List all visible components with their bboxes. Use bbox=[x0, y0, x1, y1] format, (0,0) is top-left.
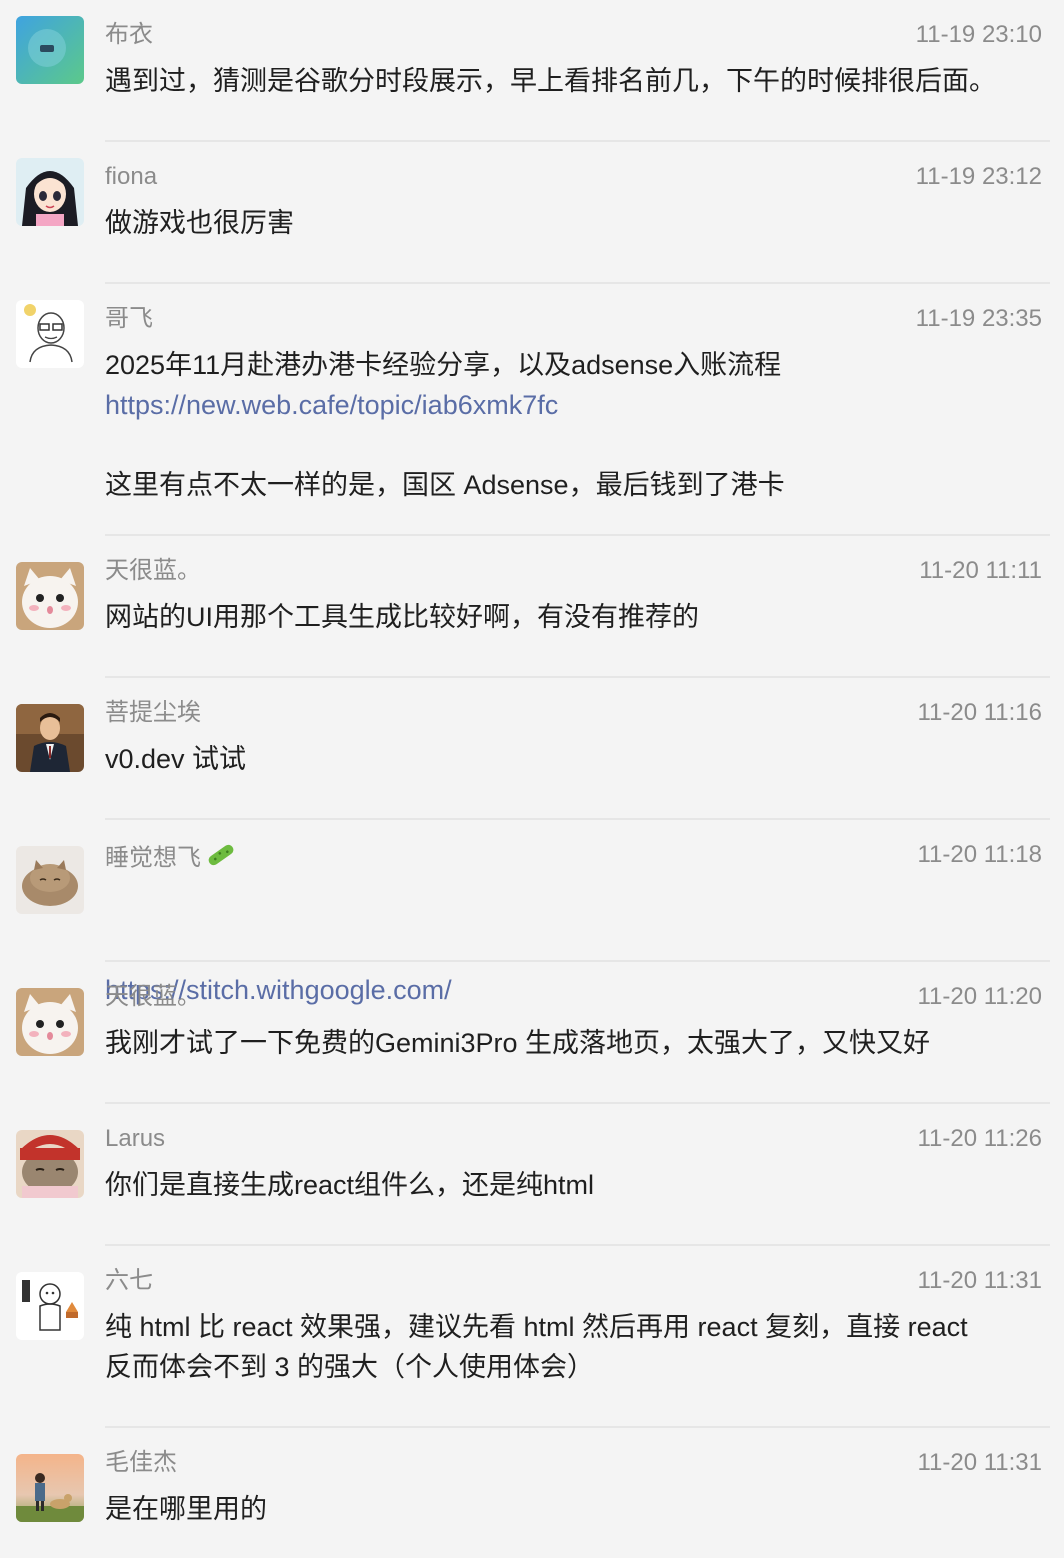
sender-name-text: 睡觉想飞 bbox=[105, 844, 201, 872]
sender-name[interactable]: 天很蓝。 bbox=[105, 982, 201, 1012]
message-body: 2025年11月赴港办港卡经验分享，以及adsense入账流程 https://… bbox=[105, 345, 1040, 505]
message-time: 11-19 23:35 bbox=[915, 305, 1042, 332]
boy-and-dog-sunset-avatar bbox=[16, 1454, 84, 1522]
message-time: 11-20 11:31 bbox=[917, 1449, 1042, 1476]
white-cat-avatar bbox=[16, 988, 84, 1056]
message-text: 是在哪里用的 bbox=[105, 1494, 267, 1524]
message-feed: 布衣 11-19 23:10 遇到过，猜测是谷歌分时段展示，早上看排名前几，下午… bbox=[0, 0, 1064, 1558]
message-time: 11-20 11:16 bbox=[917, 699, 1042, 726]
message-text: 你们是直接生成react组件么，还是纯html bbox=[105, 1170, 595, 1200]
avatar[interactable] bbox=[16, 158, 84, 226]
message-item: fiona 11-19 23:12 做游戏也很厉害 bbox=[0, 142, 1064, 284]
message-time: 11-20 11:18 bbox=[917, 841, 1042, 868]
message-time: 11-20 11:31 bbox=[917, 1267, 1042, 1294]
message-item: 六七 11-20 11:31 纯 html 比 react 效果强，建议先看 h… bbox=[0, 1246, 1064, 1428]
message-item: 天很蓝。 11-20 11:11 网站的UI用那个工具生成比较好啊，有没有推荐的 bbox=[0, 536, 1064, 678]
white-cat-avatar bbox=[16, 562, 84, 630]
cucumber-icon bbox=[205, 840, 237, 878]
message-item: 哥飞 11-19 23:35 2025年11月赴港办港卡经验分享，以及adsen… bbox=[0, 284, 1064, 536]
message-text: v0.dev 试试 bbox=[105, 744, 247, 774]
avatar[interactable] bbox=[16, 1272, 84, 1340]
message-text: 网站的UI用那个工具生成比较好啊，有没有推荐的 bbox=[105, 602, 699, 632]
message-time: 11-20 11:26 bbox=[917, 1125, 1042, 1152]
message-item: 菩提尘埃 11-20 11:16 v0.dev 试试 bbox=[0, 678, 1064, 820]
message-text: 我刚才试了一下免费的Gemini3Pro 生成落地页，太强大了，又快又好 bbox=[105, 1028, 931, 1058]
avatar[interactable] bbox=[16, 300, 84, 368]
avatar[interactable] bbox=[16, 988, 84, 1056]
man-in-suit-avatar bbox=[16, 704, 84, 772]
avatar[interactable] bbox=[16, 704, 84, 772]
message-text: 2025年11月赴港办港卡经验分享，以及adsense入账流程 bbox=[105, 350, 782, 380]
loaf-cat-avatar bbox=[16, 846, 84, 914]
message-item: 毛佳杰 11-20 11:31 是在哪里用的 bbox=[0, 1428, 1064, 1558]
doodle-sticker-avatar bbox=[16, 1272, 84, 1340]
sender-name[interactable]: Larus bbox=[105, 1124, 165, 1154]
sender-name[interactable]: 睡觉想飞 bbox=[105, 840, 237, 878]
sender-name[interactable]: 天很蓝。 bbox=[105, 556, 201, 586]
message-item: 布衣 11-19 23:10 遇到过，猜测是谷歌分时段展示，早上看排名前几，下午… bbox=[0, 0, 1064, 142]
message-text: 做游戏也很厉害 bbox=[105, 208, 294, 238]
sender-name[interactable]: fiona bbox=[105, 162, 157, 192]
message-item: 睡觉想飞 11-20 11:18 https://stitch.withgoog… bbox=[0, 820, 1064, 1005]
sender-name[interactable]: 毛佳杰 bbox=[105, 1448, 177, 1478]
gradient-app-icon bbox=[16, 16, 84, 84]
glasses-man-sketch-avatar bbox=[16, 300, 84, 368]
avatar[interactable] bbox=[16, 1454, 84, 1522]
avatar[interactable] bbox=[16, 1130, 84, 1198]
avatar[interactable] bbox=[16, 846, 84, 914]
avatar[interactable] bbox=[16, 562, 84, 630]
sender-name[interactable]: 菩提尘埃 bbox=[105, 698, 201, 728]
avatar[interactable] bbox=[16, 16, 84, 84]
message-time: 11-19 23:12 bbox=[915, 163, 1042, 190]
message-item: Larus 11-20 11:26 你们是直接生成react组件么，还是纯htm… bbox=[0, 1104, 1064, 1246]
message-link[interactable]: https://new.web.cafe/topic/iab6xmk7fc bbox=[105, 385, 1040, 425]
message-time: 11-20 11:11 bbox=[919, 557, 1042, 584]
cat-in-red-hat-avatar bbox=[16, 1130, 84, 1198]
message-text: 这里有点不太一样的是，国区 Adsense，最后钱到了港卡 bbox=[105, 470, 785, 500]
message-text: 纯 html 比 react 效果强，建议先看 html 然后再用 react … bbox=[105, 1312, 968, 1382]
message-text: 遇到过，猜测是谷歌分时段展示，早上看排名前几，下午的时候排很后面。 bbox=[105, 66, 996, 96]
message-time: 11-20 11:20 bbox=[917, 983, 1042, 1010]
anime-girl-avatar bbox=[16, 158, 84, 226]
message-time: 11-19 23:10 bbox=[915, 21, 1042, 48]
sender-name[interactable]: 布衣 bbox=[105, 20, 153, 50]
message-item: 天很蓝。 11-20 11:20 我刚才试了一下免费的Gemini3Pro 生成… bbox=[0, 962, 1064, 1104]
sender-name[interactable]: 哥飞 bbox=[105, 304, 153, 334]
sender-name[interactable]: 六七 bbox=[105, 1266, 153, 1296]
